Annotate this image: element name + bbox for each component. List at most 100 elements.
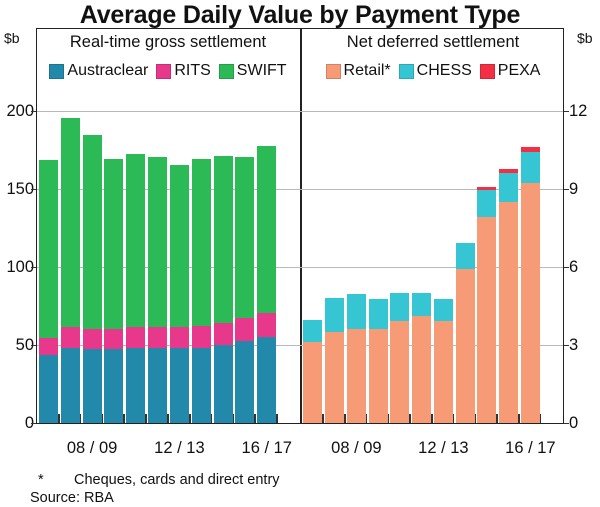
- bar-11-12[interactable]: [148, 157, 168, 423]
- x-axis-label: 12 / 13: [418, 439, 469, 457]
- x-axis-label: 16 / 17: [505, 439, 556, 457]
- page-title: Average Daily Value by Payment Type: [79, 1, 521, 29]
- left-y-tick-mark: [31, 422, 36, 424]
- bar-segment-austraclear: [191, 347, 211, 423]
- bar-segment-swift: [235, 157, 255, 318]
- bar-segment-rits: [148, 327, 168, 348]
- bar-segment-chess: [368, 299, 388, 329]
- bar-segment-chess: [390, 292, 410, 322]
- right-y-tick-label: 12: [569, 101, 588, 120]
- bar-segment-retail: [390, 321, 410, 423]
- bar-segment-swift: [169, 165, 189, 328]
- bar-segment-austraclear: [38, 355, 58, 423]
- bar-segment-retail: [520, 183, 540, 423]
- x-axis-label: 08 / 09: [331, 439, 382, 457]
- x-tick-mark: [496, 413, 498, 423]
- bar-07-08[interactable]: [325, 297, 345, 423]
- bar-09-10[interactable]: [104, 158, 124, 423]
- bar-08-09[interactable]: [346, 293, 366, 423]
- right-y-tick-mark: [564, 266, 569, 268]
- bar-segment-rits: [257, 313, 277, 337]
- bar-15-16[interactable]: [235, 157, 255, 423]
- footnote-marker: *: [38, 472, 44, 488]
- bar-segment-retail: [346, 328, 366, 423]
- left-y-tick-label: 200: [6, 101, 34, 120]
- left-y-tick-mark: [31, 188, 36, 190]
- bar-segment-austraclear: [213, 344, 233, 423]
- bar-16-17[interactable]: [257, 146, 277, 423]
- bar-segment-chess: [433, 299, 453, 322]
- left-panel-bars: [38, 30, 300, 423]
- x-tick-mark: [123, 413, 125, 423]
- bar-segment-chess: [346, 293, 366, 329]
- right-y-tick-mark: [564, 344, 569, 346]
- left-y-tick-label: 100: [6, 257, 34, 276]
- bar-10-11[interactable]: [390, 292, 410, 423]
- bar-segment-austraclear: [235, 341, 255, 423]
- bar-segment-chess: [477, 189, 497, 218]
- bar-segment-retail: [412, 315, 432, 423]
- x-tick-mark: [474, 413, 477, 423]
- bar-14-15[interactable]: [213, 155, 233, 423]
- bar-segment-retail: [499, 201, 519, 423]
- bar-segment-rits: [104, 328, 124, 350]
- bar-segment-austraclear: [257, 336, 277, 423]
- bar-segment-austraclear: [60, 347, 80, 423]
- bar-09-10[interactable]: [368, 299, 388, 423]
- x-tick-mark: [210, 413, 213, 423]
- x-tick-mark: [101, 413, 104, 423]
- bar-11-12[interactable]: [412, 292, 432, 423]
- x-tick-mark: [167, 413, 169, 423]
- x-tick-mark: [322, 413, 324, 423]
- bar-08-09[interactable]: [82, 135, 102, 423]
- bar-segment-retail: [325, 331, 345, 423]
- bar-segment-rits: [169, 327, 189, 348]
- bar-segment-rits: [38, 338, 58, 356]
- bar-segment-chess: [520, 152, 540, 184]
- x-tick-mark: [57, 413, 60, 423]
- x-axis-label: 12 / 13: [154, 439, 205, 457]
- x-tick-mark: [518, 413, 520, 423]
- bar-segment-austraclear: [126, 347, 146, 423]
- right-y-tick-mark: [564, 110, 569, 112]
- bar-segment-rits: [60, 327, 80, 348]
- bar-14-15[interactable]: [477, 187, 497, 423]
- bar-12-13[interactable]: [169, 165, 189, 423]
- bar-13-14[interactable]: [455, 243, 475, 423]
- source-note: Source: RBA: [30, 490, 114, 506]
- bar-segment-chess: [412, 292, 432, 316]
- x-tick-mark: [79, 413, 82, 423]
- left-axis-unit: $b: [4, 30, 20, 46]
- bar-13-14[interactable]: [191, 158, 211, 423]
- bar-06-07[interactable]: [303, 319, 323, 423]
- bar-segment-swift: [148, 157, 168, 328]
- right-y-tick-label: 3: [569, 335, 579, 354]
- bar-segment-swift: [38, 160, 58, 339]
- bar-12-13[interactable]: [433, 299, 453, 423]
- x-tick-mark: [145, 413, 147, 423]
- bar-16-17[interactable]: [520, 146, 540, 423]
- x-tick-mark: [365, 413, 368, 423]
- left-y-tick-mark: [31, 266, 36, 268]
- bar-segment-swift: [191, 158, 211, 326]
- bar-segment-chess: [455, 243, 475, 270]
- bar-06-07[interactable]: [38, 160, 58, 423]
- x-tick-mark: [188, 413, 191, 423]
- bar-segment-rits: [235, 318, 255, 342]
- bar-segment-rits: [213, 322, 233, 345]
- bar-segment-retail: [303, 341, 323, 423]
- bar-segment-retail: [368, 328, 388, 423]
- x-tick-mark: [539, 413, 542, 423]
- bar-segment-retail: [433, 321, 453, 423]
- bar-segment-chess: [303, 319, 323, 342]
- bar-15-16[interactable]: [499, 169, 519, 423]
- x-tick-mark: [431, 413, 433, 423]
- left-y-tick-mark: [31, 110, 36, 112]
- right-axis-unit: $b: [577, 30, 593, 46]
- bar-segment-chess: [499, 172, 519, 202]
- right-y-tick-label: 9: [569, 179, 579, 198]
- bar-07-08[interactable]: [60, 118, 80, 423]
- bar-10-11[interactable]: [126, 154, 146, 423]
- left-y-tick-label: 150: [6, 179, 34, 198]
- x-tick-mark: [254, 413, 256, 423]
